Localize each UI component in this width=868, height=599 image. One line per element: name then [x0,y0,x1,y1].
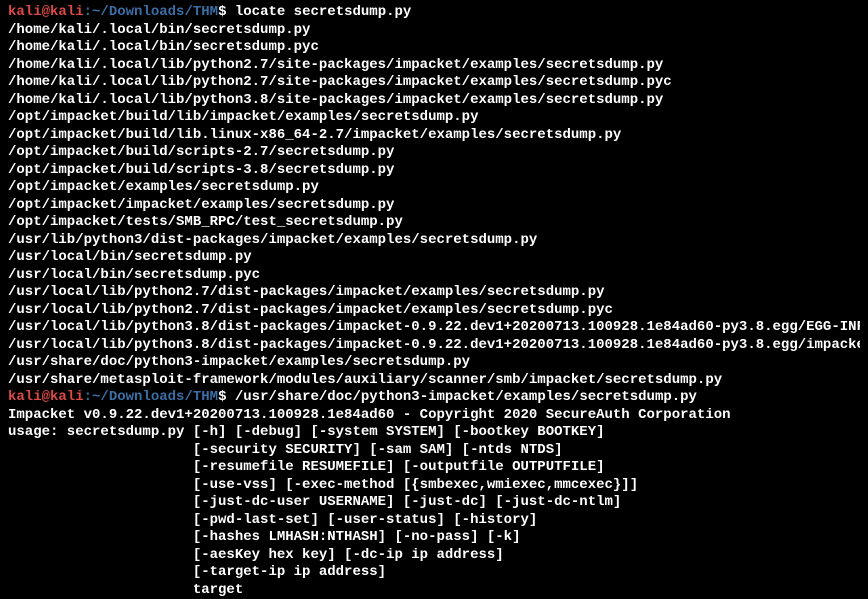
prompt-separator: : [84,389,92,405]
prompt-user: kali@kali [8,389,84,405]
output-line: /opt/impacket/impacket/examples/secretsd… [8,197,860,215]
output-line: /home/kali/.local/lib/python2.7/site-pac… [8,57,860,75]
terminal[interactable]: kali@kali:~/Downloads/THM$ locate secret… [8,4,860,599]
output-line: [-just-dc-user USERNAME] [-just-dc] [-ju… [8,494,860,512]
output-line: /usr/share/metasploit-framework/modules/… [8,372,860,390]
command-input: /usr/share/doc/python3-impacket/examples… [235,389,697,405]
output-line: [-resumefile RESUMEFILE] [-outputfile OU… [8,459,860,477]
output-line: /usr/local/bin/secretsdump.pyc [8,267,860,285]
command-input: locate secretsdump.py [235,4,411,20]
output-line: /usr/local/lib/python3.8/dist-packages/i… [8,337,860,355]
prompt-path: ~/Downloads/THM [92,389,218,405]
prompt-line-1: kali@kali:~/Downloads/THM$ locate secret… [8,4,860,22]
output-line: [-hashes LMHASH:NTHASH] [-no-pass] [-k] [8,529,860,547]
output-line: /opt/impacket/build/lib.linux-x86_64-2.7… [8,127,860,145]
output-line: [-aesKey hex key] [-dc-ip ip address] [8,547,860,565]
output-line: [-use-vss] [-exec-method [{smbexec,wmiex… [8,477,860,495]
prompt-dollar: $ [218,4,235,20]
output-line: /opt/impacket/build/scripts-3.8/secretsd… [8,162,860,180]
output-line: /usr/share/doc/python3-impacket/examples… [8,354,860,372]
prompt-path: ~/Downloads/THM [92,4,218,20]
output-line: /home/kali/.local/lib/python2.7/site-pac… [8,74,860,92]
output-line: [-pwd-last-set] [-user-status] [-history… [8,512,860,530]
output-line: /usr/local/lib/python3.8/dist-packages/i… [8,319,860,337]
prompt-separator: : [84,4,92,20]
output-line: /usr/lib/python3/dist-packages/impacket/… [8,232,860,250]
output-line: /home/kali/.local/lib/python3.8/site-pac… [8,92,860,110]
output-line: /opt/impacket/examples/secretsdump.py [8,179,860,197]
prompt-dollar: $ [218,389,235,405]
output-line: /home/kali/.local/bin/secretsdump.pyc [8,39,860,57]
output-line: /usr/local/lib/python2.7/dist-packages/i… [8,284,860,302]
output-line: /opt/impacket/tests/SMB_RPC/test_secrets… [8,214,860,232]
output-line: /usr/local/lib/python2.7/dist-packages/i… [8,302,860,320]
prompt-line-2: kali@kali:~/Downloads/THM$ /usr/share/do… [8,389,860,407]
output-line: /opt/impacket/build/lib/impacket/example… [8,109,860,127]
output-line: /opt/impacket/build/scripts-2.7/secretsd… [8,144,860,162]
prompt-user: kali@kali [8,4,84,20]
output-line: /usr/local/bin/secretsdump.py [8,249,860,267]
output-line: [-security SECURITY] [-sam SAM] [-ntds N… [8,442,860,460]
output-line: /home/kali/.local/bin/secretsdump.py [8,22,860,40]
output-line: [-target-ip ip address] [8,564,860,582]
output-line: Impacket v0.9.22.dev1+20200713.100928.1e… [8,407,860,425]
output-line: target [8,582,860,599]
output-line: usage: secretsdump.py [-h] [-debug] [-sy… [8,424,860,442]
